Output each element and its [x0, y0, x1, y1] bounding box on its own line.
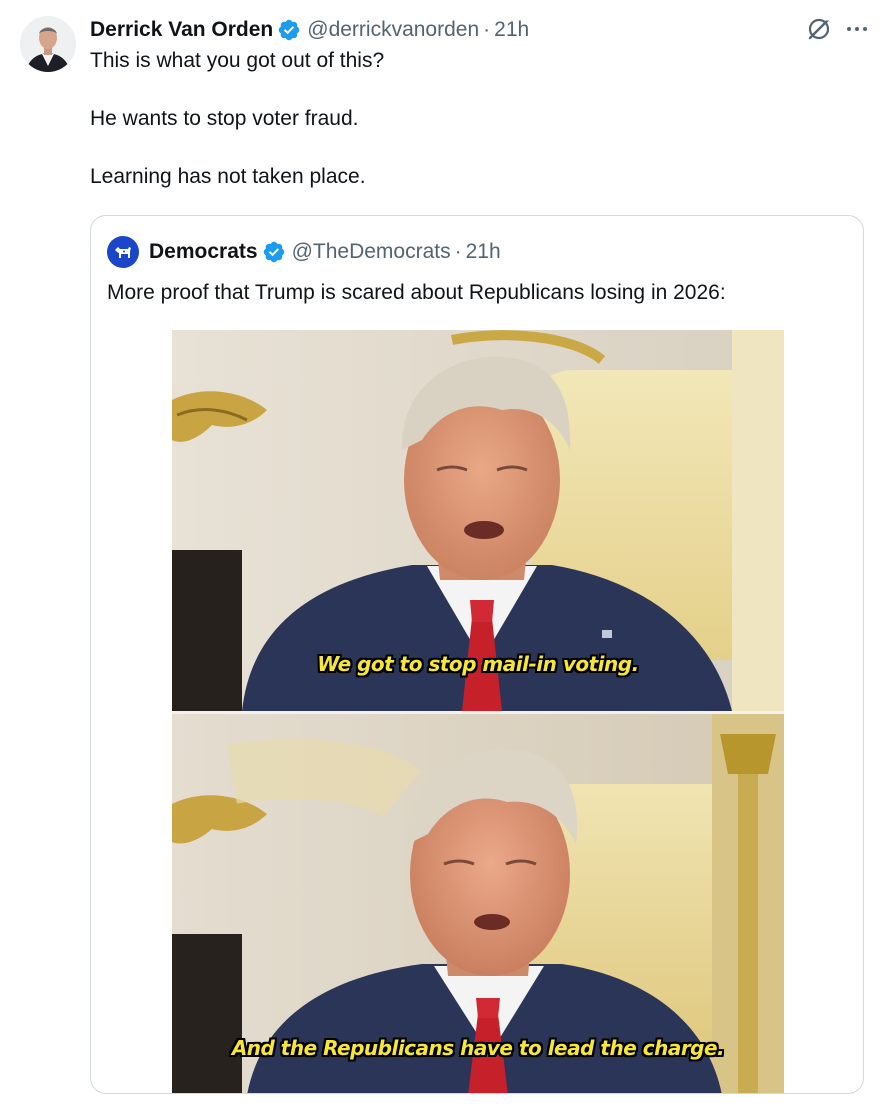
header-separator: ·: [483, 18, 491, 41]
video-caption-1: We got to stop mail-in voting.: [317, 652, 639, 676]
author-name[interactable]: Derrick Van Orden: [90, 18, 273, 42]
author-avatar[interactable]: [20, 16, 76, 72]
verified-badge-icon: [277, 18, 301, 42]
video-caption-2: And the Republicans have to lead the cha…: [231, 1036, 725, 1060]
tweet-line: Learning has not taken place.: [90, 165, 366, 188]
tweet-line: He wants to stop voter fraud.: [90, 107, 359, 130]
tweet-header: Derrick Van Orden @derrickvanorden · 21h: [90, 16, 529, 44]
quoted-tweet-timestamp[interactable]: 21h: [466, 240, 501, 264]
quoted-tweet-media[interactable]: We got to stop mail-in voting. And the R…: [172, 330, 784, 1093]
author-avatar-image: [20, 16, 76, 72]
quoted-tweet-text: More proof that Trump is scared about Re…: [107, 281, 726, 304]
quoted-tweet-card[interactable]: Democrats @TheDemocrats · 21h More proof…: [90, 215, 864, 1094]
tweet-timestamp[interactable]: 21h: [494, 18, 529, 42]
quoted-author-handle[interactable]: @TheDemocrats: [292, 240, 451, 264]
video-frame-2: And the Republicans have to lead the cha…: [172, 714, 784, 1093]
donkey-icon[interactable]: [107, 236, 139, 268]
quoted-tweet-header: Democrats @TheDemocrats · 21h: [107, 236, 501, 268]
grok-icon[interactable]: [806, 16, 832, 42]
quoted-header-separator: ·: [454, 240, 462, 263]
tweet-actions: [806, 16, 868, 42]
verified-badge-icon: [262, 240, 286, 264]
author-handle[interactable]: @derrickvanorden: [307, 18, 479, 42]
tweet-text: This is what you got out of this? He wan…: [90, 46, 850, 220]
video-frame-1: We got to stop mail-in voting.: [172, 330, 784, 711]
more-icon[interactable]: [846, 18, 868, 40]
tweet-line: This is what you got out of this?: [90, 49, 385, 72]
quoted-author-name[interactable]: Democrats: [149, 240, 258, 264]
